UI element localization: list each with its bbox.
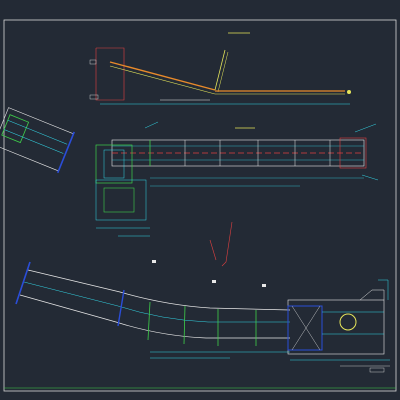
curve-marker-1 [152, 260, 156, 263]
curve-blue-mid [117, 289, 125, 327]
curve-marker-2 [212, 280, 216, 283]
left-detail-green-box [1, 114, 30, 144]
curve-rail-mid [23, 281, 290, 323]
incline-conveyor-bottom [109, 65, 216, 95]
left-detail-cyan-1 [7, 120, 68, 145]
elevation-dimension-frame [95, 47, 125, 101]
elevation-left-tag [89, 59, 97, 65]
red-leader-1 [221, 221, 233, 267]
drive-station [287, 279, 390, 373]
curve-marker-3 [262, 284, 266, 287]
plan-callout-1 [354, 123, 377, 133]
left-rotated-detail [0, 107, 75, 174]
drawing-frame [3, 19, 397, 392]
lower-conveyor-view [15, 221, 291, 359]
drive-upper-structure [359, 289, 385, 301]
incline-conveyor-top [109, 61, 216, 91]
drive-blue-box [287, 305, 323, 351]
curve-rail-top [27, 269, 291, 311]
plan-drive-end [339, 137, 367, 169]
curve-post-1 [147, 301, 151, 341]
drive-side-tag [369, 367, 385, 373]
plan-tail-inner [103, 149, 125, 179]
plan-lower-section [95, 179, 147, 221]
curve-rail-bottom [19, 294, 290, 339]
plan-lower-green [103, 187, 135, 213]
cad-drawing [0, 19, 397, 392]
plan-callout-2 [361, 174, 379, 181]
left-detail-cyan-2 [3, 129, 64, 154]
drive-pulley-highlight [339, 313, 357, 331]
red-leader-2 [209, 239, 217, 261]
plan-callout-3 [144, 121, 159, 129]
elevation-view [89, 32, 351, 105]
curve-post-2 [183, 305, 186, 345]
plan-view [95, 121, 379, 237]
plan-tail-detail [95, 144, 133, 184]
cad-drawing-canvas [0, 0, 400, 400]
drive-frame-outer [287, 299, 385, 355]
elevation-left-tag-2 [89, 94, 99, 100]
elevation-end-marker [347, 90, 351, 94]
